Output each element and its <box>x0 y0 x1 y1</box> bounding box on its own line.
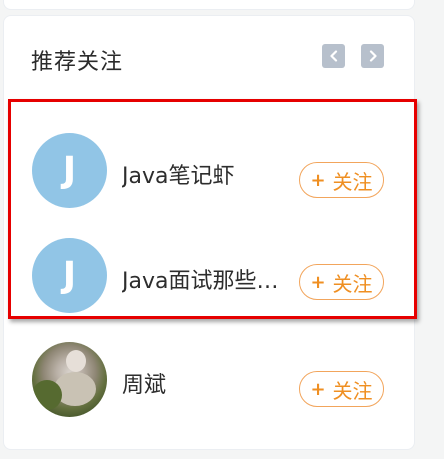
avatar-photo-face <box>66 350 86 372</box>
follow-button-label: 关注 <box>332 271 373 296</box>
user-list-item: J Java笔记虾 + 关注 <box>0 132 444 212</box>
avatar[interactable]: J <box>32 238 107 313</box>
follow-button[interactable]: + 关注 <box>299 162 384 198</box>
prev-page-button[interactable] <box>322 44 345 68</box>
user-list-item: 周斌 + 关注 <box>0 342 444 422</box>
chevron-left-icon <box>329 50 337 62</box>
plus-icon: + <box>310 271 326 293</box>
panel-title: 推荐关注 <box>31 50 124 75</box>
user-name[interactable]: Java面试那些… <box>122 263 278 295</box>
follow-button-label: 关注 <box>332 378 373 403</box>
plus-icon: + <box>310 169 326 191</box>
user-name[interactable]: Java笔记虾 <box>122 158 234 190</box>
follow-button[interactable]: + 关注 <box>299 264 384 300</box>
user-name[interactable]: 周斌 <box>122 367 166 399</box>
plus-icon: + <box>310 378 326 400</box>
user-list-item: J Java面试那些… + 关注 <box>0 237 444 317</box>
previous-card-edge <box>3 0 415 10</box>
follow-button[interactable]: + 关注 <box>299 371 384 407</box>
follow-button-label: 关注 <box>332 169 373 194</box>
chevron-right-icon <box>369 50 377 62</box>
avatar[interactable] <box>32 342 107 417</box>
avatar[interactable]: J <box>32 133 107 208</box>
avatar-photo-foliage <box>32 380 62 410</box>
next-page-button[interactable] <box>361 44 384 68</box>
